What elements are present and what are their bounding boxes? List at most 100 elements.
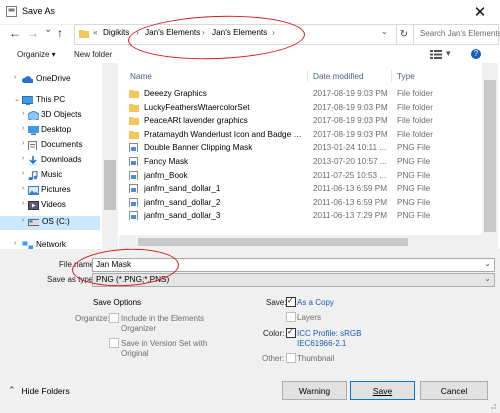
nav-item-3d-objects[interactable]: › 3D Objects [0, 109, 110, 123]
new-folder-button[interactable]: New folder [74, 50, 112, 59]
expand-chevron-icon[interactable]: › [22, 110, 24, 117]
file-name: Pratamaydh Wanderlust Icon and Badge Pa.… [144, 129, 304, 139]
include-in-organizer-checkbox[interactable] [109, 313, 119, 323]
file-row[interactable]: LuckyFeathersWtaercolorSet 2017-08-19 9:… [119, 101, 482, 115]
file-type: File folder [397, 116, 433, 126]
expand-chevron-icon[interactable]: › [14, 240, 16, 247]
file-row[interactable]: Deeezy Graphics 2017-08-19 9:03 PM File … [119, 87, 482, 101]
file-row[interactable]: Double Banner Clipping Mask 2013-01-24 1… [119, 141, 482, 155]
file-row[interactable]: janfrn_sand_dollar_2 2011-06-13 6:59 PM … [119, 196, 482, 210]
nav-item-label: 3D Objects [41, 110, 82, 119]
horizontal-scrollbar-thumb[interactable] [138, 238, 408, 246]
warning-button-label: Warning [298, 385, 331, 396]
forward-button[interactable]: → [27, 26, 39, 40]
help-button[interactable]: ? [471, 49, 481, 59]
navigation-scrollbar-thumb[interactable] [104, 160, 116, 210]
thumbnail-checkbox[interactable] [286, 353, 296, 363]
nav-item-label: Network [36, 240, 67, 249]
close-button[interactable]: ✕ [460, 0, 500, 24]
file-list-scrollbar-thumb[interactable] [484, 80, 496, 232]
chevron-down-icon[interactable]: ⌄ [484, 274, 491, 283]
pictures-icon [28, 186, 39, 195]
resize-grip-icon[interactable] [487, 400, 497, 410]
back-button[interactable]: ← [9, 26, 21, 40]
version-set-checkbox[interactable] [109, 338, 119, 348]
app-icon [6, 6, 17, 17]
column-divider[interactable] [307, 70, 308, 82]
nav-item-pictures[interactable]: › Pictures [0, 184, 110, 198]
nav-item-label: Pictures [41, 185, 71, 194]
file-type: PNG File [397, 170, 431, 180]
nav-item-desktop[interactable]: › Desktop [0, 124, 110, 138]
warning-button[interactable]: Warning [282, 381, 347, 400]
folder-icon [129, 130, 139, 139]
nav-item-documents[interactable]: › Documents [0, 139, 110, 153]
nav-item-os-c[interactable]: › OS (C:) [0, 216, 110, 230]
expand-chevron-icon[interactable]: › [22, 140, 24, 147]
expand-chevron-icon[interactable]: › [14, 74, 16, 81]
column-header-date[interactable]: Date modified [313, 72, 364, 81]
expand-chevron-icon[interactable]: › [22, 200, 24, 207]
music-icon [28, 171, 38, 180]
chevron-down-icon[interactable]: ⌄ [484, 259, 491, 268]
hide-folders-button[interactable]: ⌃ Hide Folders [8, 385, 70, 396]
view-options-icon[interactable] [430, 50, 442, 59]
checkmark-icon: ✓ [287, 296, 294, 305]
nav-item-onedrive[interactable]: › OneDrive [0, 73, 110, 87]
file-date: 2017-08-19 9:03 PM [313, 129, 388, 139]
file-name: PeaceARt lavender graphics [144, 116, 248, 126]
png-file-icon [129, 170, 138, 180]
breadcrumb-overflow[interactable]: « [93, 28, 98, 37]
column-divider[interactable] [391, 70, 392, 82]
expand-chevron-icon[interactable]: › [22, 125, 24, 132]
view-dropdown-icon[interactable]: ▾ [446, 48, 451, 59]
file-date: 2011-06-13 7:29 PM [313, 211, 388, 221]
navigation-scrollbar[interactable] [102, 63, 118, 249]
color-label: Color: [263, 329, 285, 338]
png-file-icon [129, 184, 138, 194]
address-dropdown-button[interactable]: ⌄ [381, 26, 388, 36]
file-date: 2013-07-20 10:57 ... [313, 157, 387, 166]
file-row[interactable]: janfrn_sand_dollar_3 2011-06-13 7:29 PM … [119, 209, 482, 223]
nav-item-label: OneDrive [36, 74, 71, 83]
search-input[interactable]: Search Jan's Elements [420, 29, 500, 38]
file-list: Name Date modified Type Deeezy Graphics … [119, 63, 482, 249]
breadcrumb-item-digikits[interactable]: Digikits [103, 28, 129, 37]
folder-icon [129, 103, 139, 112]
as-a-copy-checkbox[interactable]: ✓ [286, 296, 296, 307]
expand-chevron-icon[interactable]: › [22, 155, 24, 162]
nav-item-music[interactable]: › Music [0, 169, 110, 183]
expand-chevron-icon[interactable]: ⌄ [14, 95, 20, 103]
cancel-button[interactable]: Cancel [420, 381, 488, 400]
column-header-name[interactable]: Name [130, 72, 152, 81]
file-row[interactable]: janfrn_Book 2011-07-25 10:53 ... PNG Fil… [119, 169, 482, 183]
search-box[interactable]: Search Jan's Elements [413, 24, 500, 45]
nav-item-network[interactable]: › Network [0, 239, 110, 249]
nav-item-this-pc[interactable]: ⌄ This PC [0, 94, 110, 108]
expand-chevron-icon[interactable]: › [22, 170, 24, 177]
refresh-button[interactable]: ↻ [395, 24, 414, 45]
file-name: Fancy Mask [144, 157, 189, 166]
recent-locations-button[interactable]: ⌄ [44, 24, 52, 35]
layers-checkbox[interactable] [286, 312, 296, 322]
file-name: janfrn_sand_dollar_1 [144, 184, 221, 194]
cloud-icon [22, 76, 33, 83]
icc-profile-checkbox[interactable]: ✓ [286, 327, 296, 338]
nav-item-downloads[interactable]: › Downloads [0, 154, 110, 168]
column-header-type[interactable]: Type [397, 72, 415, 81]
png-file-icon [129, 157, 138, 166]
nav-item-videos[interactable]: › Videos [0, 199, 110, 213]
up-button[interactable]: ↑ [57, 26, 63, 40]
expand-chevron-icon[interactable]: › [22, 185, 24, 192]
file-row[interactable]: janfrn_sand_dollar_1 2011-06-13 6:59 PM … [119, 182, 482, 196]
expand-chevron-icon[interactable]: › [22, 217, 24, 224]
file-row[interactable]: Fancy Mask 2013-07-20 10:57 ... PNG File [119, 155, 482, 169]
close-icon: ✕ [473, 4, 487, 21]
3d-objects-icon [28, 111, 39, 120]
refresh-icon: ↻ [399, 29, 409, 40]
save-button[interactable]: Save [350, 381, 415, 400]
organize-button[interactable]: Organize ▾ [17, 50, 56, 59]
file-row[interactable]: Pratamaydh Wanderlust Icon and Badge Pa.… [119, 128, 482, 142]
nav-item-label: OS (C:) [42, 217, 70, 226]
file-row[interactable]: PeaceARt lavender graphics 2017-08-19 9:… [119, 114, 482, 128]
